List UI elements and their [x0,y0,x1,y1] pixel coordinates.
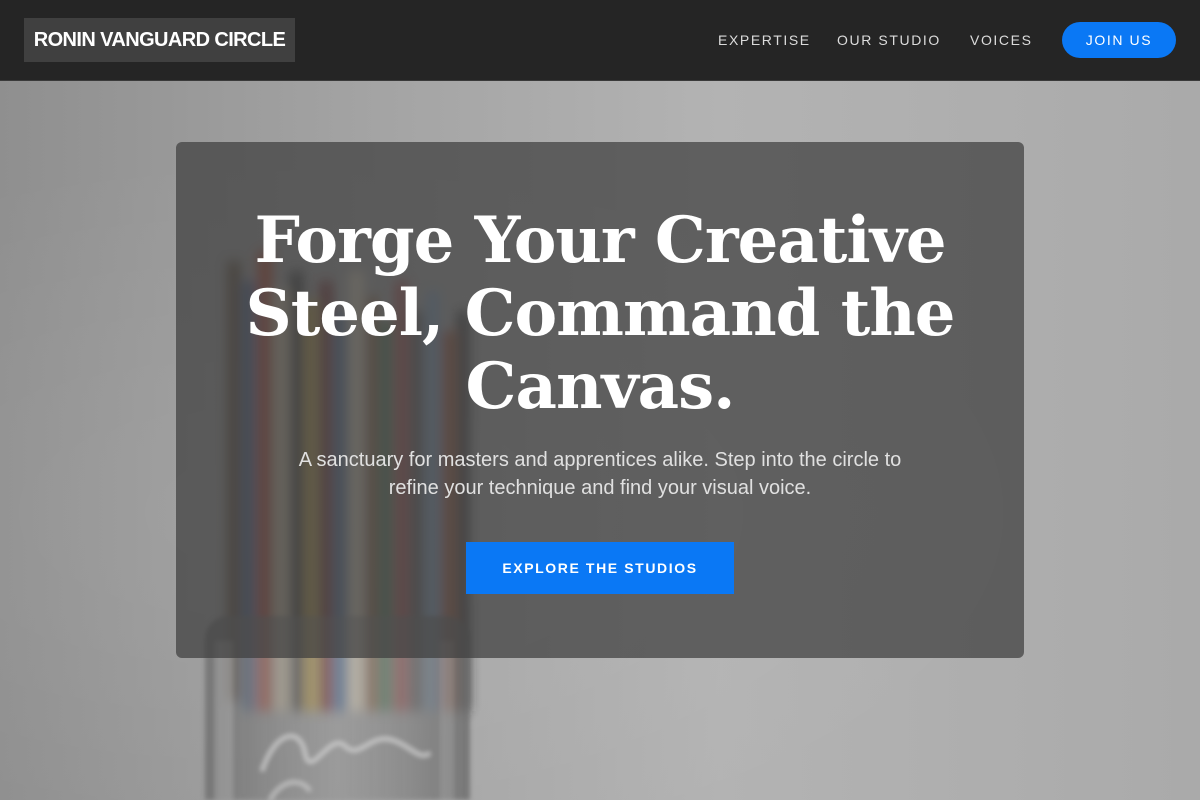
explore-studios-button[interactable]: EXPLORE THE STUDIOS [466,542,734,594]
nav-link-voices[interactable]: VOICES [970,28,1033,52]
hero-card: Forge Your Creative Steel, Command the C… [176,142,1024,658]
hero-subtitle: A sanctuary for masters and apprentices … [298,449,902,499]
nav-link-expertise[interactable]: EXPERTISE [718,28,811,52]
site-header: RONIN VANGUARD CIRCLE EXPERTISE OUR STUD… [0,0,1200,81]
join-us-button[interactable]: JOIN US [1062,22,1176,58]
hero-title: Forge Your Creative Steel, Command the C… [245,203,956,424]
brand-logo[interactable]: RONIN VANGUARD CIRCLE [24,18,295,62]
page: RONIN VANGUARD CIRCLE EXPERTISE OUR STUD… [0,0,1200,800]
nav-link-our-studio[interactable]: OUR STUDIO [837,28,941,52]
